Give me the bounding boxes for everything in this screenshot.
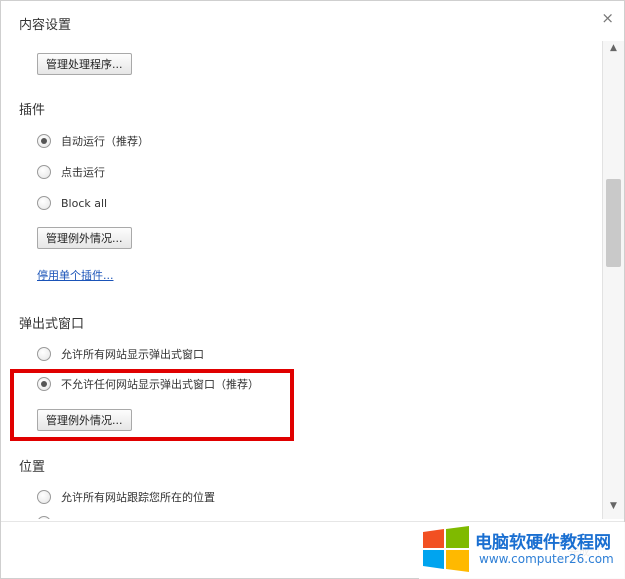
plugins-heading: 插件 [19, 103, 46, 118]
radio-unchecked-icon[interactable] [37, 196, 51, 210]
content-settings-dialog: 内容设置 × 管理处理程序... 插件 自动运行（推荐） 点击运行 Block … [0, 0, 625, 579]
watermark-url: www.computer26.com [479, 552, 614, 566]
popups-option-allow[interactable]: 允许所有网站显示弹出式窗口 [37, 345, 204, 363]
location-heading: 位置 [19, 460, 46, 475]
radio-checked-icon[interactable] [37, 134, 51, 148]
settings-scroll-area: 管理处理程序... 插件 自动运行（推荐） 点击运行 Block all 管理例… [1, 41, 602, 519]
plugins-option-label: Block all [61, 196, 108, 210]
site-watermark: 电脑软硬件教程网 www.computer26.com [419, 522, 625, 579]
location-option-label: 允许所有网站跟踪您所在的位置 [61, 491, 215, 504]
plugins-option-block-all[interactable]: Block all [37, 194, 107, 212]
plugins-manage-exceptions-button[interactable]: 管理例外情况... [37, 227, 132, 249]
vertical-scrollbar[interactable]: ▲ ▼ [602, 41, 624, 519]
windows-logo-icon [423, 526, 469, 572]
plugins-option-click-to-play[interactable]: 点击运行 [37, 163, 105, 181]
location-option-allow[interactable]: 允许所有网站跟踪您所在的位置 [37, 488, 215, 506]
location-option-partial[interactable] [37, 514, 51, 519]
plugins-option-auto[interactable]: 自动运行（推荐） [37, 132, 149, 150]
scroll-up-arrow-icon[interactable]: ▲ [603, 43, 624, 59]
watermark-title: 电脑软硬件教程网 [475, 533, 611, 553]
popups-heading: 弹出式窗口 [19, 317, 85, 332]
popups-option-label: 允许所有网站显示弹出式窗口 [61, 348, 204, 361]
dialog-title: 内容设置 [19, 18, 72, 33]
radio-unchecked-icon[interactable] [37, 516, 51, 519]
radio-unchecked-icon[interactable] [37, 490, 51, 504]
radio-unchecked-icon[interactable] [37, 165, 51, 179]
plugins-option-label: 自动运行（推荐） [61, 135, 149, 148]
manage-handlers-button[interactable]: 管理处理程序... [37, 53, 132, 75]
scrollbar-thumb[interactable] [606, 179, 621, 267]
close-icon[interactable]: × [601, 9, 614, 27]
disable-individual-plugins-link[interactable]: 停用单个插件... [37, 267, 114, 283]
plugins-option-label: 点击运行 [61, 166, 105, 179]
radio-unchecked-icon[interactable] [37, 347, 51, 361]
scroll-down-arrow-icon[interactable]: ▼ [603, 501, 624, 517]
highlight-annotation-box [10, 369, 294, 441]
